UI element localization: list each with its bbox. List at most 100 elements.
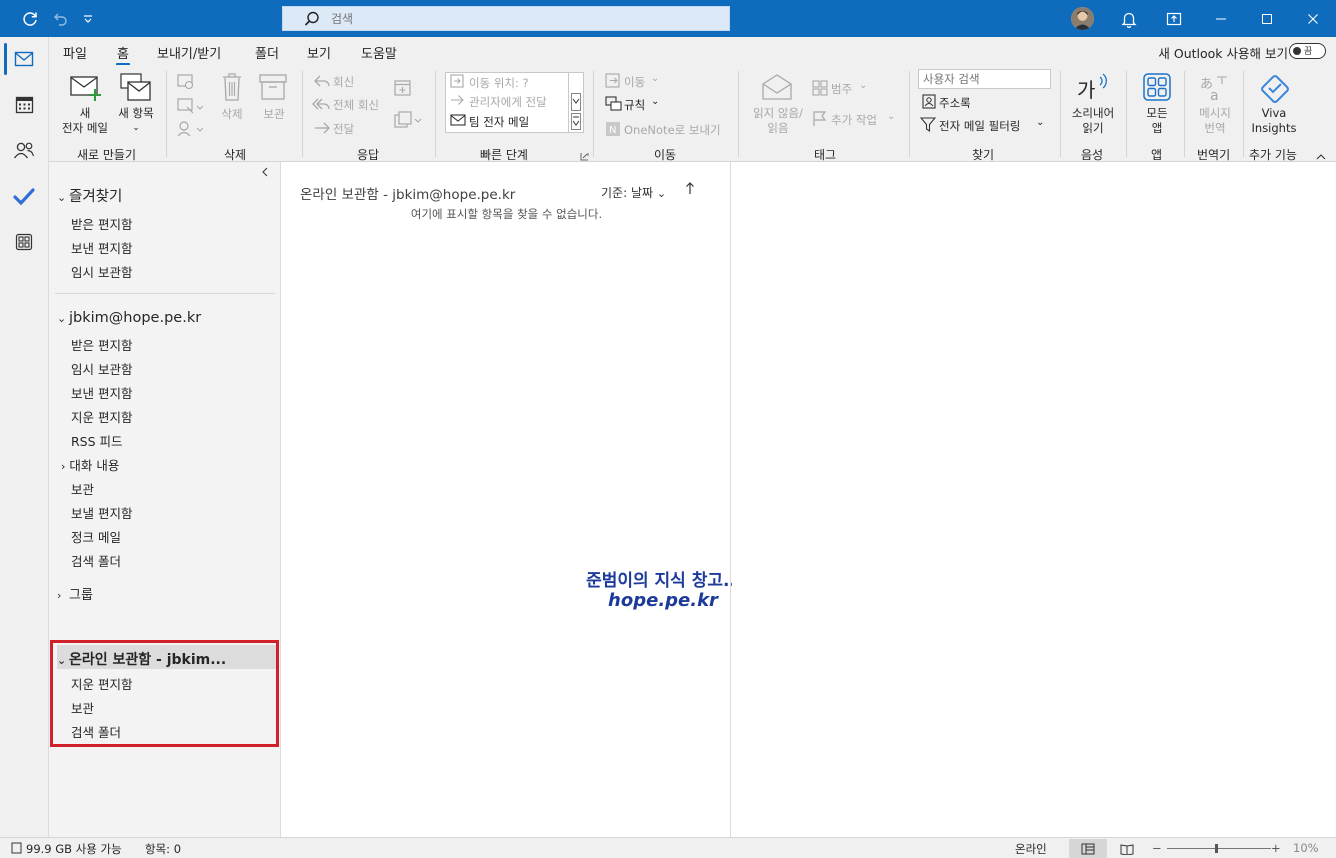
archive-button[interactable]: 보관 [257, 107, 291, 122]
tab-home[interactable]: 홈 [116, 43, 130, 66]
chevron-right-icon: › [61, 460, 66, 473]
favorites-header[interactable]: ⌄ 즐겨찾기 [57, 185, 122, 206]
tab-folder[interactable]: 폴더 [255, 43, 279, 62]
sort-by-button[interactable]: 기준: 날짜 ⌄ [601, 184, 666, 201]
chevron-down-icon: ⌄ [651, 73, 660, 84]
zoom-slider[interactable] [1167, 848, 1271, 849]
feedback-icon[interactable] [1163, 8, 1185, 30]
move-button[interactable]: 이동 [624, 74, 645, 90]
zoom-level[interactable]: 10% [1293, 841, 1319, 855]
favorite-drafts[interactable]: 임시 보관함 [71, 262, 132, 281]
svg-text:가: 가 [1077, 78, 1095, 102]
archive-deleted[interactable]: 지운 편지함 [71, 674, 132, 693]
favorite-inbox[interactable]: 받은 편지함 [71, 214, 132, 233]
reply-all-button[interactable]: 전체 회신 [333, 97, 379, 113]
meeting-reply-icon[interactable] [393, 79, 413, 100]
viva-insights-button[interactable]: Viva Insights [1245, 106, 1303, 136]
categorize-icon [812, 80, 828, 99]
mail-icon[interactable] [0, 37, 48, 81]
people-icon[interactable] [0, 128, 48, 172]
all-apps-button[interactable]: 모든 앱 [1139, 106, 1175, 136]
minimize-icon[interactable] [1198, 0, 1244, 37]
reading-view-icon[interactable] [1108, 839, 1146, 858]
normal-view-icon[interactable] [1069, 839, 1107, 858]
tab-view[interactable]: 보기 [307, 43, 331, 62]
folder-sent[interactable]: 보낸 편지함 [71, 383, 132, 402]
apps-icon[interactable] [0, 220, 48, 264]
folder-deleted[interactable]: 지운 편지함 [71, 407, 132, 426]
todo-icon[interactable] [0, 174, 48, 218]
follow-up-button[interactable]: 추가 작업 [831, 112, 877, 128]
folder-outbox[interactable]: 보낼 편지함 [71, 503, 132, 522]
expand-gallery-button[interactable] [571, 113, 581, 130]
tab-file[interactable]: 파일 [63, 43, 87, 62]
chevron-down-icon: ⌄ [859, 80, 868, 91]
archive-archive[interactable]: 보관 [71, 698, 94, 717]
address-book-button[interactable]: 주소록 [939, 95, 971, 111]
more-respond-icon[interactable] [393, 111, 423, 132]
quick-step-move-to[interactable]: 이동 위치: ? [469, 75, 529, 91]
close-icon[interactable] [1290, 0, 1336, 37]
empty-list-message: 여기에 표시할 항목을 찾을 수 없습니다. [410, 207, 603, 221]
quick-step-team-email[interactable]: 팀 전자 메일 [469, 114, 529, 130]
try-new-outlook-toggle[interactable]: 끔 [1289, 43, 1326, 59]
online-archive-header[interactable]: ⌄ 온라인 보관함 - jbkim... [57, 649, 226, 669]
unread-read-button[interactable]: 읽지 않음/ 읽음 [746, 106, 810, 136]
folder-archive[interactable]: 보관 [71, 479, 94, 498]
quick-step-forward-manager[interactable]: 관리자에게 전달 [469, 94, 547, 110]
folder-drafts[interactable]: 임시 보관함 [71, 359, 132, 378]
ignore-icon[interactable] [177, 74, 195, 93]
zoom-slider-thumb[interactable] [1215, 844, 1218, 853]
forward-icon [314, 121, 330, 138]
junk-icon[interactable] [177, 120, 204, 141]
groups-header[interactable]: › 그룹 [57, 584, 93, 603]
read-aloud-button[interactable]: 소리내어 읽기 [1065, 106, 1121, 136]
account-header[interactable]: ⌄ jbkim@hope.pe.kr [57, 310, 201, 326]
send-to-onenote-button[interactable]: OneNote로 보내기 [624, 122, 721, 138]
scroll-down-button[interactable] [571, 93, 581, 111]
collapse-pane-icon[interactable] [260, 166, 274, 180]
forward-button[interactable]: 전달 [333, 121, 354, 137]
folder-search[interactable]: 검색 폴더 [71, 551, 121, 570]
folder-conversations-label: 대화 내용 [69, 458, 120, 473]
sort-direction-icon[interactable] [685, 181, 695, 199]
reply-button[interactable]: 회신 [333, 74, 354, 90]
avatar[interactable] [1071, 7, 1094, 30]
ribbon: 새 전자 메일 새 항목 ⌄ 새로 만들기 삭제 보관 삭제 회신 전체 회신 … [49, 65, 1336, 162]
group-label-quick-steps: 빠른 단계 [480, 148, 528, 162]
calendar-icon[interactable] [0, 82, 48, 126]
tab-help[interactable]: 도움말 [361, 43, 397, 62]
search-input[interactable] [331, 11, 711, 26]
group-label-find: 찾기 [972, 148, 995, 162]
tab-send-receive[interactable]: 보내기/받기 [157, 43, 221, 62]
categorize-button[interactable]: 범주 [831, 81, 852, 97]
ribbon-divider [909, 71, 910, 157]
maximize-icon[interactable] [1244, 0, 1290, 37]
group-label-respond: 응답 [357, 148, 380, 162]
folder-inbox[interactable]: 받은 편지함 [71, 335, 132, 354]
rules-button[interactable]: 규칙 [624, 97, 645, 113]
folder-conversations[interactable]: › 대화 내용 [61, 455, 119, 474]
svg-text:a: a [1210, 88, 1219, 102]
search-people-input[interactable] [918, 69, 1051, 89]
global-search-box[interactable] [282, 6, 730, 31]
unread-read-label-1: 읽지 않음/ [753, 106, 803, 120]
new-mail-icon [70, 74, 102, 105]
undo-icon[interactable] [49, 8, 71, 30]
folder-junk[interactable]: 정크 메일 [71, 527, 121, 546]
archive-search-folders[interactable]: 검색 폴더 [71, 722, 121, 741]
new-items-button[interactable]: 새 항목 ⌄ [111, 106, 161, 136]
favorite-sent[interactable]: 보낸 편지함 [71, 238, 132, 257]
delete-button[interactable]: 삭제 [215, 107, 249, 122]
zoom-in-icon[interactable]: + [1271, 841, 1281, 855]
quick-steps-scroll[interactable] [568, 73, 582, 132]
translate-button[interactable]: 메시지 번역 [1191, 106, 1239, 136]
customize-qat-icon[interactable] [77, 8, 99, 30]
bell-icon[interactable] [1118, 8, 1140, 30]
zoom-out-icon[interactable]: − [1152, 841, 1162, 855]
filter-email-button[interactable]: 전자 메일 필터링 [939, 118, 1020, 134]
new-mail-button[interactable]: 새 전자 메일 [55, 106, 115, 136]
cleanup-icon[interactable] [177, 98, 204, 117]
sync-icon[interactable] [19, 8, 41, 30]
folder-rss[interactable]: RSS 피드 [71, 431, 123, 450]
